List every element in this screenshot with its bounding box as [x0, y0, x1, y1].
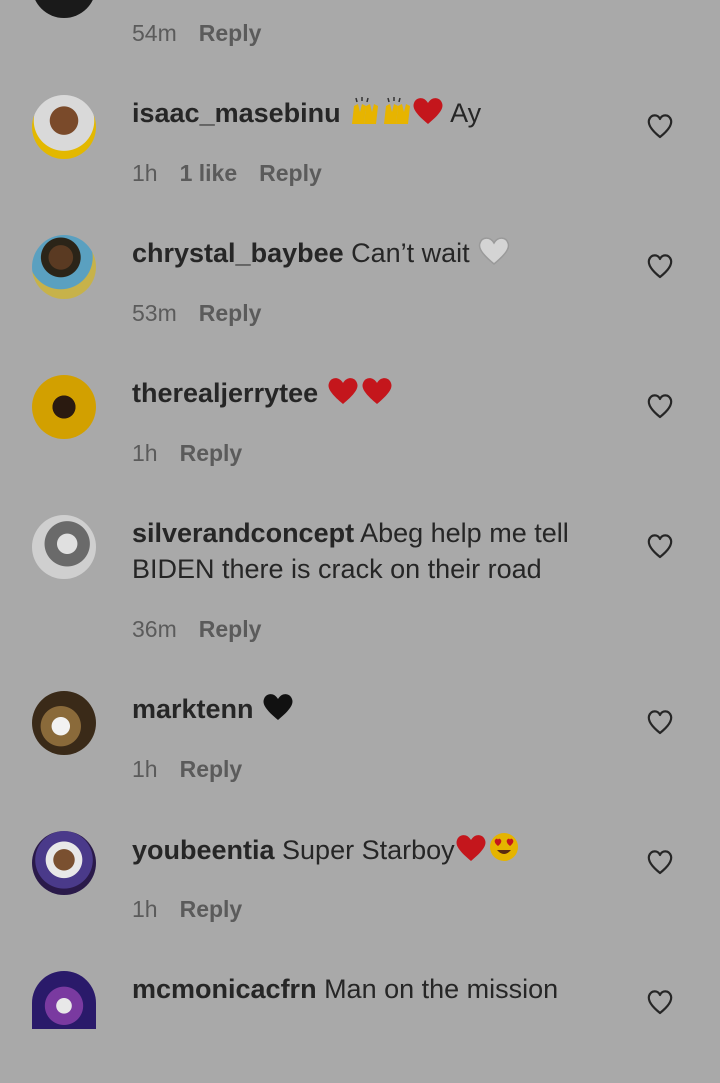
comment-username[interactable]: silverandconcept	[132, 518, 354, 548]
like-heart-icon[interactable]	[646, 393, 674, 419]
reply-button[interactable]: Reply	[180, 440, 243, 466]
comment-username[interactable]: youbeentia	[132, 835, 275, 865]
comment-meta: 1h Reply	[132, 896, 264, 923]
comment-meta: 1h 1 like Reply	[132, 160, 344, 187]
reply-button[interactable]: Reply	[180, 756, 243, 782]
like-heart-icon[interactable]	[646, 113, 674, 139]
avatar[interactable]	[32, 235, 96, 299]
white-heart-icon	[478, 237, 510, 265]
comment-text: chrystal_baybee Can’t wait	[132, 235, 602, 271]
likes-count[interactable]: 1 like	[180, 160, 238, 186]
avatar[interactable]	[32, 831, 96, 895]
red-heart-icon	[456, 835, 486, 861]
comment-time: 1h	[132, 896, 158, 922]
comment-text: marktenn	[132, 691, 602, 727]
comment-meta: 53m Reply	[132, 300, 283, 327]
heart-eyes-face-icon	[489, 833, 518, 861]
comment-time: 1h	[132, 440, 158, 466]
reply-button[interactable]: Reply	[199, 616, 262, 642]
avatar[interactable]	[32, 0, 96, 18]
comment-meta: 1h Reply	[132, 756, 264, 783]
avatar[interactable]	[32, 515, 96, 579]
comment-time: 36m	[132, 616, 177, 642]
avatar[interactable]	[32, 971, 96, 1029]
comment-body	[318, 378, 326, 408]
comment-body: Super Starboy	[274, 835, 455, 865]
reply-button[interactable]: Reply	[259, 160, 322, 186]
comment-body: Can’t wait	[343, 238, 478, 268]
comment-body	[254, 694, 262, 724]
comment-username[interactable]: mcmonicacfrn	[132, 974, 317, 1004]
comment-time: 1h	[132, 160, 158, 186]
red-heart-icon	[362, 378, 392, 404]
red-heart-icon	[328, 378, 358, 404]
comment-time: 54m	[132, 20, 177, 46]
comment-body: Man on the mission	[316, 974, 559, 1004]
reply-button[interactable]: Reply	[199, 300, 262, 326]
reply-button[interactable]: Reply	[180, 896, 243, 922]
black-heart-icon	[263, 694, 293, 720]
comment-text: silverandconcept Abeg help me tell BIDEN…	[132, 515, 602, 587]
comment-body: Ay	[444, 98, 482, 128]
like-heart-icon[interactable]	[646, 849, 674, 875]
reply-button[interactable]: Reply	[199, 20, 262, 46]
avatar[interactable]	[32, 95, 96, 159]
comment-username[interactable]: isaac_masebinu	[132, 98, 341, 128]
comment-meta: 54m Reply	[132, 20, 283, 47]
comment-text: isaac_masebinu Ay	[132, 95, 602, 131]
raised-hands-icon	[352, 97, 379, 124]
like-heart-icon[interactable]	[646, 533, 674, 559]
comment-time: 53m	[132, 300, 177, 326]
comment-text: therealjerrytee	[132, 375, 602, 411]
like-heart-icon[interactable]	[646, 709, 674, 735]
raised-hands-icon	[384, 97, 411, 124]
like-heart-icon[interactable]	[646, 253, 674, 279]
like-heart-icon[interactable]	[646, 989, 674, 1015]
comment-username[interactable]: therealjerrytee	[132, 378, 318, 408]
avatar[interactable]	[32, 375, 96, 439]
comment-text: youbeentia Super Starboy	[132, 831, 602, 868]
comment-text: mcmonicacfrn Man on the mission	[132, 971, 602, 1007]
comment-meta: 1h Reply	[132, 440, 264, 467]
comment-time: 1h	[132, 756, 158, 782]
comment-meta: 36m Reply	[132, 616, 283, 643]
red-heart-icon	[413, 98, 443, 124]
avatar[interactable]	[32, 691, 96, 755]
comment-username[interactable]: chrystal_baybee	[132, 238, 344, 268]
comment-username[interactable]: marktenn	[132, 694, 254, 724]
